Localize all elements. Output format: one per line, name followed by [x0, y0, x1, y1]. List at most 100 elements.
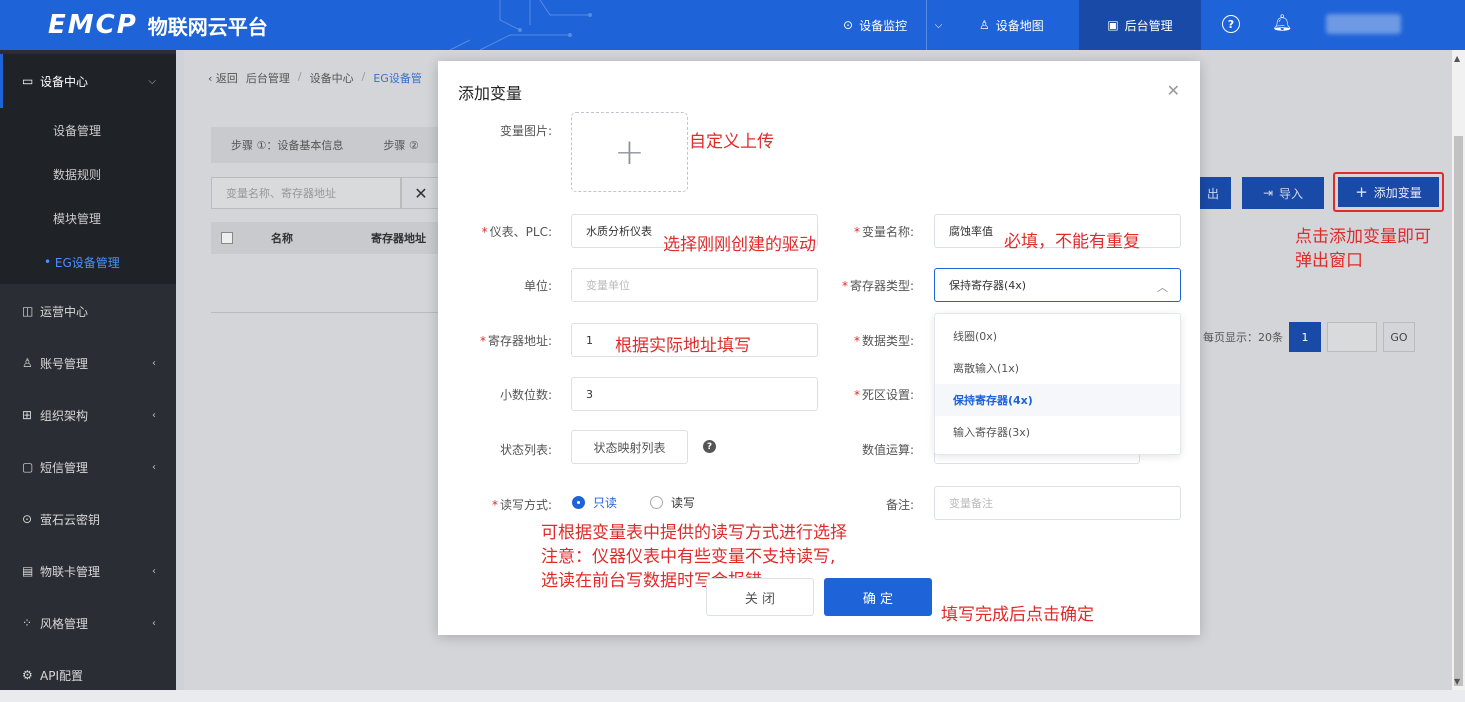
import-label: 导入	[1279, 186, 1304, 201]
sidebar-item-style[interactable]: ⁘ 风格管理 ‹	[0, 596, 176, 650]
sidebar-sub-eg-device[interactable]: • EG设备管理	[0, 240, 176, 284]
image-upload[interactable]: +	[571, 112, 688, 192]
sidebar-item-sms[interactable]: ▢ 短信管理 ‹	[0, 440, 176, 494]
question-icon[interactable]: ?	[703, 440, 716, 453]
table-header: 名称 寄存器地址	[211, 222, 441, 254]
user-icon: ♙	[22, 356, 33, 370]
search-input[interactable]: 变量名称、寄存器地址	[211, 177, 401, 209]
scroll-down-icon[interactable]: ▼	[1454, 677, 1460, 686]
label-text: 数据类型:	[861, 334, 914, 348]
dropdown-option-holding-register[interactable]: 保持寄存器(4x)	[935, 384, 1180, 416]
scroll-up-icon[interactable]: ▲	[1454, 54, 1460, 63]
sidebar-item-accounts[interactable]: ♙ 账号管理 ‹	[0, 336, 176, 390]
back-link[interactable]: ‹ 返回	[208, 70, 238, 86]
label-text: 状态列表:	[499, 443, 552, 457]
annotation-upload: 自定义上传	[689, 132, 774, 152]
var-name-label: * 变量名称:	[853, 225, 914, 239]
export-button[interactable]: 出	[1195, 177, 1231, 209]
go-button[interactable]: GO	[1383, 322, 1415, 352]
column-name: 名称	[271, 232, 293, 245]
annotation-text: 可根据变量表中提供的读写方式进行选择	[541, 523, 847, 543]
card-icon: ▤	[22, 564, 34, 578]
label-text: 寄存器类型:	[849, 279, 914, 293]
breadcrumb-sep: /	[361, 70, 366, 83]
breadcrumb-item[interactable]: 后台管理	[246, 70, 290, 86]
state-mapping-button[interactable]: 状态映射列表	[571, 430, 688, 464]
annotation-text: 注意：仪器仪表中有些变量不支持读写,	[541, 547, 836, 567]
register-type-select[interactable]: 保持寄存器(4x) ︿	[934, 268, 1181, 302]
sidebar-item-organization[interactable]: ⊞ 组织架构 ‹	[0, 388, 176, 442]
import-button[interactable]: ⇥ 导入	[1242, 177, 1324, 209]
dropdown-option-input-register[interactable]: 输入寄存器(3x)	[935, 416, 1180, 448]
chevron-left-icon: ‹	[152, 617, 156, 629]
rw-mode-label: * 读写方式:	[491, 498, 552, 512]
sidebar-sub-module-management[interactable]: 模块管理	[0, 196, 176, 240]
label-text: 读写方式:	[499, 498, 552, 512]
decimals-input[interactable]: 3	[571, 377, 818, 411]
user-avatar[interactable]	[1326, 14, 1401, 34]
monitor-screen-icon: ▣	[1107, 18, 1119, 32]
chart-icon: ◫	[22, 304, 34, 318]
breadcrumb-item[interactable]: EG设备管	[373, 70, 421, 86]
label-text: 备注:	[885, 498, 914, 512]
sidebar-item-label: 设备中心	[40, 74, 89, 89]
add-variable-button-highlight: + 添加变量	[1333, 172, 1444, 212]
sidebar-sub-label: EG设备管理	[54, 255, 120, 270]
sidebar-sub-data-rules[interactable]: 数据规则	[0, 152, 176, 196]
register-addr-label: * 寄存器地址:	[479, 334, 552, 348]
sidebar-item-device-center[interactable]: ▭ 设备中心 ⌵	[0, 54, 176, 108]
dropdown-option-coil[interactable]: 线圈(0x)	[935, 320, 1180, 352]
sidebar-item-api[interactable]: ⚙ API配置	[0, 648, 176, 702]
sidebar-item-operations[interactable]: ◫ 运营中心	[0, 284, 176, 338]
add-variable-button[interactable]: + 添加变量	[1338, 177, 1439, 207]
unit-label: 单位:	[452, 277, 552, 294]
page-jump-input[interactable]	[1327, 322, 1377, 352]
sidebar-sub-device-management[interactable]: 设备管理	[0, 108, 176, 152]
scrollbar[interactable]: ▲ ▼	[1452, 50, 1465, 690]
decimals-value: 3	[586, 387, 593, 401]
nav-device-monitor[interactable]: ⊙ 设备监控	[843, 0, 907, 50]
annotation-confirm: 填写完成后点击确定	[941, 605, 1094, 625]
radio-read-only[interactable]: 只读	[572, 494, 617, 511]
cancel-button[interactable]: 关 闭	[706, 578, 814, 616]
chevron-left-icon: ‹	[152, 461, 156, 473]
user-pin-icon: ♙	[979, 18, 990, 32]
remark-input[interactable]: 变量备注	[934, 486, 1181, 520]
nav-device-map[interactable]: ♙ 设备地图	[979, 0, 1044, 50]
radio-read-write[interactable]: 读写	[650, 494, 695, 511]
chevron-left-icon: ‹	[152, 565, 156, 577]
unit-input[interactable]: 变量单位	[571, 268, 818, 302]
step-1-tab[interactable]: 步骤 ①：设备基本信息	[231, 137, 343, 153]
sidebar-sub-label: 数据规则	[53, 167, 102, 182]
register-type-value: 保持寄存器(4x)	[949, 279, 1027, 292]
chevron-left-icon: ‹	[152, 409, 156, 421]
chevron-down-icon[interactable]: ⌵	[926, 0, 950, 50]
confirm-button[interactable]: 确 定	[824, 578, 932, 616]
clear-search-button[interactable]: ✕	[401, 177, 441, 209]
deadband-label: * 死区设置:	[853, 388, 914, 402]
pagination: 每页显示：20条 1 GO	[1203, 322, 1415, 352]
step-2-tab[interactable]: 步骤 ②	[383, 137, 418, 153]
plus-icon: +	[1355, 183, 1368, 201]
wrench-icon: ⚙	[22, 668, 33, 682]
sidebar-sub-label: 设备管理	[53, 123, 102, 138]
select-all-checkbox[interactable]	[221, 232, 233, 244]
bell-icon[interactable]: 🔔︎	[1272, 13, 1292, 32]
monitor-icon: ⊙	[843, 18, 854, 32]
chevron-down-icon: ⌵	[148, 75, 156, 87]
breadcrumb-item[interactable]: 设备中心	[310, 70, 354, 86]
page-size-label[interactable]: 每页显示：20条	[1203, 329, 1283, 345]
decimals-label: 小数位数:	[452, 386, 552, 403]
page-number[interactable]: 1	[1289, 322, 1321, 352]
help-icon[interactable]: ?	[1222, 15, 1240, 33]
sidebar-item-iot-card[interactable]: ▤ 物联卡管理 ‹	[0, 544, 176, 598]
sidebar-item-label: 组织架构	[40, 408, 89, 423]
confirm-label: 确 定	[862, 591, 894, 607]
close-icon[interactable]: ✕	[1167, 81, 1180, 100]
sidebar-item-ezviz-key[interactable]: ⊙ 萤石云密钥	[0, 492, 176, 546]
logo: EMCP 物联网云平台	[48, 10, 268, 40]
scrollbar-thumb[interactable]	[1454, 136, 1463, 686]
dropdown-option-discrete-input[interactable]: 离散输入(1x)	[935, 352, 1180, 384]
nav-backend[interactable]: ▣ 后台管理	[1079, 0, 1201, 50]
remark-placeholder: 变量备注	[949, 497, 993, 510]
